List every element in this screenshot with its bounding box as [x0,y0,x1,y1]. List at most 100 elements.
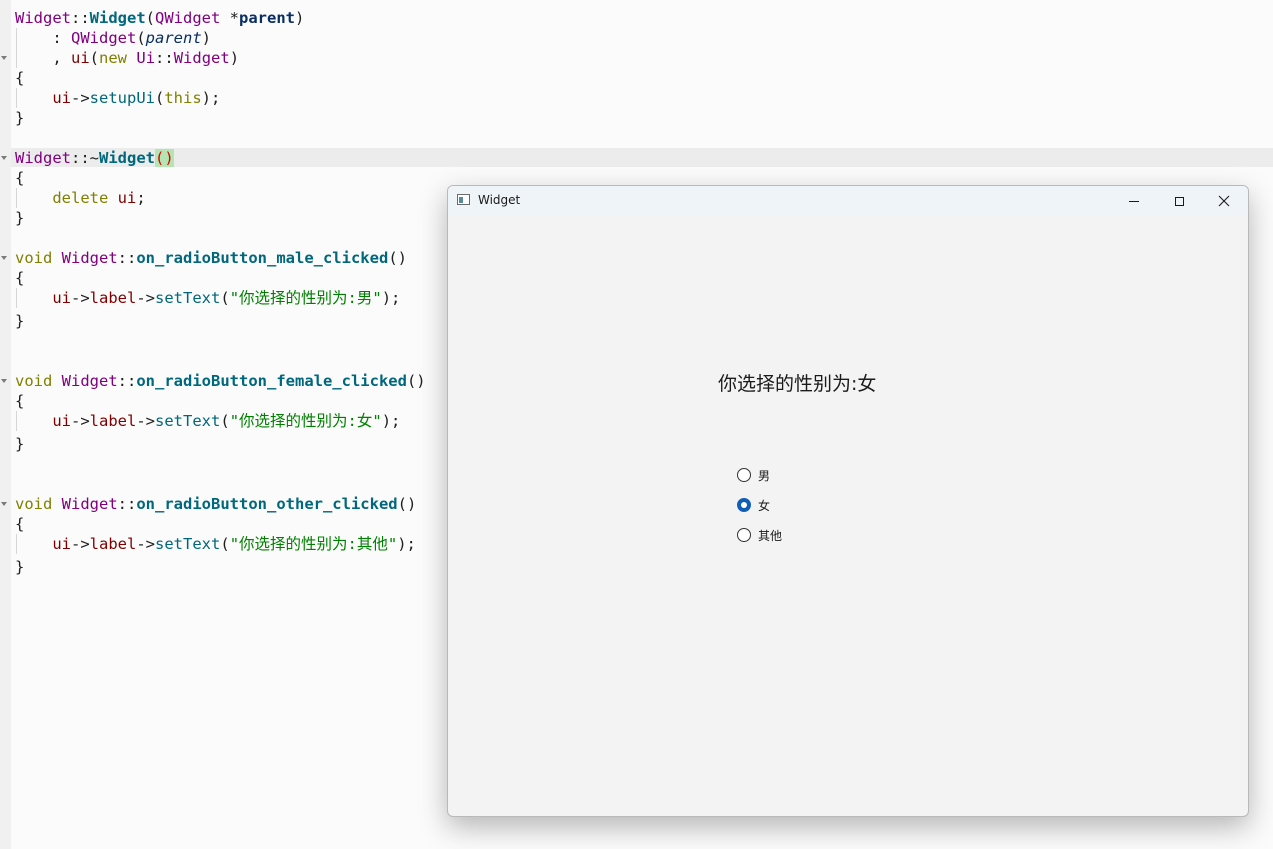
current-line-highlight [11,148,1273,167]
code-token: label [89,412,137,430]
fold-marker-icon[interactable] [1,379,7,383]
code-token: ( [155,89,165,107]
code-line[interactable]: Widget::Widget(QWidget *parent) [15,8,304,28]
code-token: { [15,69,25,87]
code-token: ) [201,29,212,47]
code-line[interactable]: { [15,391,24,411]
code-line[interactable]: } [15,108,24,128]
code-line[interactable]: ui->label->setText("你选择的性别为:女"); [15,411,400,431]
code-line[interactable]: , ui(new Ui::Widget) [15,48,239,68]
window-title: Widget [478,193,521,207]
code-token: ( [220,535,230,553]
radio-other[interactable]: 其他 [737,526,782,544]
radio-label: 女 [758,498,771,513]
code-line[interactable]: void Widget::on_radioButton_female_click… [15,371,426,391]
code-token: { [15,515,25,533]
minimize-button[interactable] [1111,186,1157,216]
code-line[interactable]: ui->setupUi(this); [15,88,220,108]
code-token: "你选择的性别为:其他" [229,535,398,553]
code-token: ( [220,412,230,430]
code-token: () [406,372,426,390]
code-line[interactable]: { [15,168,24,188]
radio-female[interactable]: 女 [737,496,770,514]
code-token: ; [136,189,146,207]
code-token: ui [52,89,71,107]
code-line[interactable]: } [15,557,24,577]
radio-label: 男 [758,468,771,483]
code-token: : [15,29,71,47]
code-token: setText [155,412,221,430]
code-token: ui [52,535,71,553]
code-token: -> [136,289,156,307]
code-line[interactable]: Widget::~Widget() [15,148,174,168]
code-token: :: [71,9,90,27]
code-token: Ui [136,49,156,67]
code-token: Widget [173,49,230,67]
code-token: } [15,209,25,227]
radio-label: 其他 [758,528,783,543]
code-token: :: [155,49,174,67]
code-token: QWidget [155,9,221,27]
code-token: -> [71,89,90,107]
code-token: :: [117,372,137,390]
code-token: on_radioButton_female_clicked [136,372,407,390]
maximize-button[interactable] [1156,186,1202,216]
code-token: :: [117,249,137,267]
code-token: Widget [61,372,118,390]
code-token: -> [71,535,90,553]
fold-marker-icon[interactable] [1,256,7,260]
code-token: label [89,535,137,553]
fold-marker-icon[interactable] [1,156,7,160]
code-token: label [89,289,137,307]
code-token: void [15,372,53,390]
result-label: 你选择的性别为:女 [718,373,877,395]
code-line[interactable]: ui->label->setText("你选择的性别为:男"); [15,288,400,308]
radio-male[interactable]: 男 [737,466,770,484]
code-token: ui [52,289,71,307]
code-token: ui [52,412,71,430]
code-line[interactable]: : QWidget(parent) [15,28,211,48]
code-token: } [15,558,25,576]
code-line[interactable]: { [15,268,24,288]
code-token: setText [155,535,221,553]
code-line[interactable]: } [15,311,24,331]
code-token: ); [381,289,401,307]
code-token: setText [155,289,221,307]
close-button[interactable] [1201,186,1247,216]
code-token: ); [381,412,401,430]
code-line[interactable]: void Widget::on_radioButton_other_clicke… [15,494,416,514]
code-line[interactable]: } [15,434,24,454]
code-token: :: [117,495,137,513]
code-token: () [155,149,174,167]
code-token: * [220,9,240,27]
code-line[interactable]: delete ui; [15,188,146,208]
code-token: , [15,49,71,67]
code-token: { [15,169,25,187]
code-token: Widget [15,9,71,27]
radio-button[interactable] [737,468,751,482]
radio-button[interactable] [737,498,751,512]
widget-window: Widget 你选择的性别为:女 男 女 其他 [447,185,1249,817]
fold-marker-icon[interactable] [1,502,7,506]
code-line[interactable]: { [15,514,24,534]
fold-marker-icon[interactable] [1,56,7,60]
minimize-icon [1129,200,1139,202]
code-token: ); [397,535,416,553]
code-line[interactable]: void Widget::on_radioButton_male_clicked… [15,248,407,268]
code-token: ( [220,289,230,307]
code-token: ( [136,29,146,47]
code-token: setupUi [89,89,155,107]
code-token: { [15,269,25,287]
code-line[interactable]: { [15,68,24,88]
code-token: QWidget [71,29,137,47]
code-line[interactable]: } [15,208,24,228]
radio-button[interactable] [737,528,751,542]
code-token: -> [71,412,90,430]
code-token: Widget [61,495,118,513]
code-token: ::~ [71,149,99,167]
code-line[interactable]: ui->label->setText("你选择的性别为:其他"); [15,534,416,554]
code-token: ui [117,189,137,207]
title-bar[interactable]: Widget [448,186,1248,216]
